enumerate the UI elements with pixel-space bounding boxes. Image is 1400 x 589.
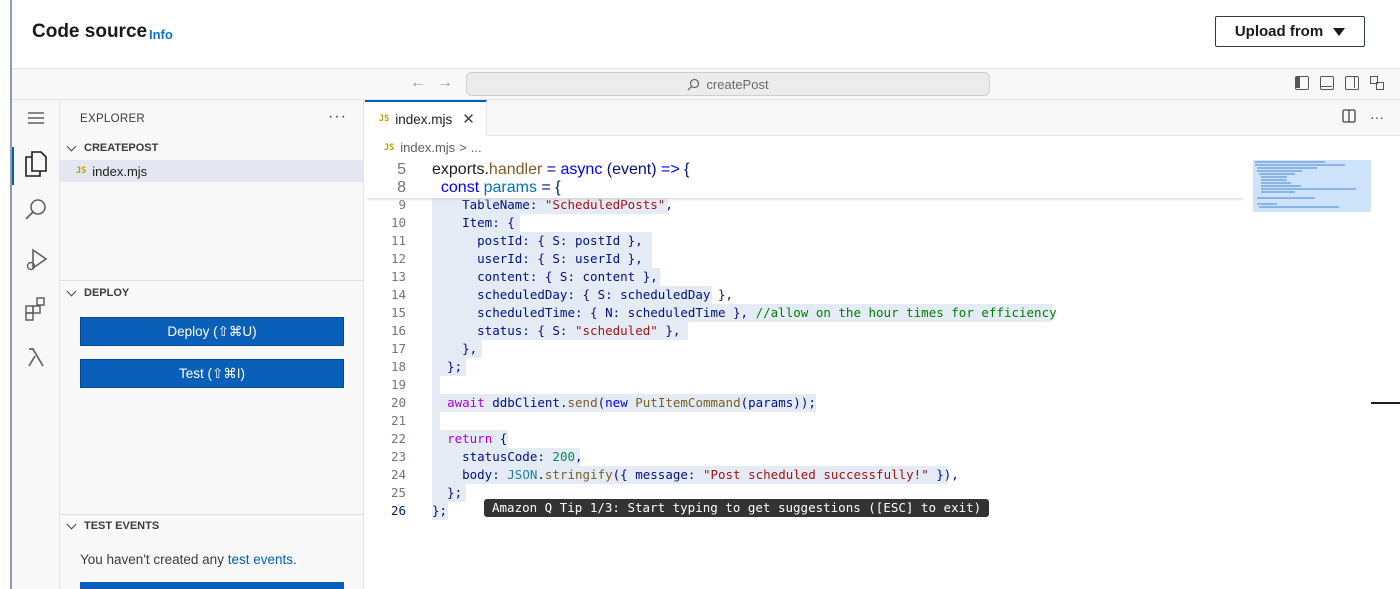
breadcrumb-more[interactable]: ... (471, 140, 482, 155)
extensions-icon[interactable] (24, 297, 48, 321)
code-source-header: Code source Info Upload from (12, 0, 1400, 68)
empty-message-text: You haven't created any (80, 552, 228, 567)
deploy-section-header[interactable]: DEPLOY (64, 286, 130, 299)
scrollbar-position-marker (1371, 402, 1400, 404)
file-index-mjs[interactable]: JS index.mjs (60, 160, 363, 182)
arrow-right-icon[interactable]: → (437, 74, 453, 92)
chevron-down-icon (66, 141, 77, 152)
sticky-scroll-header: 5 exports.handler = async (event) => { 8 … (365, 160, 1245, 198)
deploy-section-label: DEPLOY (84, 287, 130, 299)
upload-from-label: Upload from (1234, 23, 1324, 40)
tab-index-mjs[interactable]: JS index.mjs ✕ (365, 100, 487, 136)
chevron-down-icon (66, 286, 77, 297)
empty-message-period: . (293, 552, 297, 567)
command-center-search[interactable]: createPost (466, 72, 990, 96)
arrow-left-icon[interactable]: ← (410, 74, 426, 92)
page-title: Code source (32, 21, 148, 42)
more-actions-icon[interactable]: ··· (328, 108, 347, 126)
title-bar: ← → createPost (12, 68, 1400, 100)
file-label: index.mjs (92, 163, 148, 179)
breadcrumb: JS index.mjs > ... (384, 140, 482, 155)
more-actions-icon[interactable]: ··· (1370, 109, 1384, 125)
lambda-icon[interactable] (24, 346, 48, 370)
toggle-primary-sidebar-icon[interactable] (1295, 76, 1309, 90)
code-line: 5 exports.handler = async (event) => { (397, 161, 690, 178)
test-button[interactable]: Test (⇧⌘I) (80, 359, 344, 388)
editor-tabs: JS index.mjs ✕ ··· (365, 100, 1400, 136)
folder-createpost[interactable]: CREATEPOST (64, 141, 159, 154)
toggle-panel-icon[interactable] (1320, 76, 1334, 90)
breadcrumb-file[interactable]: index.mjs (400, 140, 455, 155)
folder-label: CREATEPOST (84, 142, 159, 154)
divider (60, 280, 363, 281)
test-events-link[interactable]: test events (228, 552, 293, 567)
upload-from-button[interactable]: Upload from (1215, 16, 1365, 47)
info-link[interactable]: Info (149, 27, 173, 42)
caret-down-icon (1333, 27, 1346, 36)
editor-area: JS index.mjs ✕ ··· JS index.mjs > ... 5e… (365, 100, 1400, 589)
chevron-down-icon (66, 519, 77, 530)
explorer-sidebar: EXPLORER ··· CREATEPOST JS index.mjs DEP… (60, 100, 364, 589)
command-center-text: createPost (706, 76, 769, 92)
close-icon[interactable]: ✕ (462, 110, 475, 128)
menu-icon[interactable] (24, 108, 48, 132)
activity-bar (12, 100, 60, 589)
search-icon[interactable] (24, 198, 48, 222)
active-indicator (12, 147, 14, 185)
test-events-empty-message: You haven't created any test events. (80, 552, 297, 567)
toggle-secondary-sidebar-icon[interactable] (1345, 76, 1359, 90)
js-file-icon: JS (384, 142, 395, 153)
explorer-title: EXPLORER (80, 113, 146, 125)
amazon-q-tip: Amazon Q Tip 1/3: Start typing to get su… (484, 499, 990, 517)
split-editor-icon[interactable] (1342, 109, 1356, 123)
run-debug-icon[interactable] (24, 247, 48, 271)
js-file-icon: JS (379, 114, 390, 124)
breadcrumb-separator: > (459, 140, 467, 155)
customize-layout-icon[interactable] (1370, 76, 1384, 90)
code-line: 8 const params = { (397, 179, 561, 196)
search-icon (687, 78, 700, 90)
test-events-section-header[interactable]: TEST EVENTS (64, 519, 160, 532)
layout-controls (1295, 76, 1384, 90)
editor-actions: ··· (1342, 109, 1384, 125)
create-test-event-button[interactable] (80, 582, 344, 589)
minimap[interactable] (1253, 160, 1371, 212)
divider (60, 514, 363, 515)
deploy-button[interactable]: Deploy (⇧⌘U) (80, 317, 344, 346)
test-events-section-label: TEST EVENTS (84, 520, 160, 532)
files-icon[interactable] (24, 150, 48, 177)
js-file-icon: JS (76, 166, 87, 176)
tab-label: index.mjs (395, 111, 453, 127)
